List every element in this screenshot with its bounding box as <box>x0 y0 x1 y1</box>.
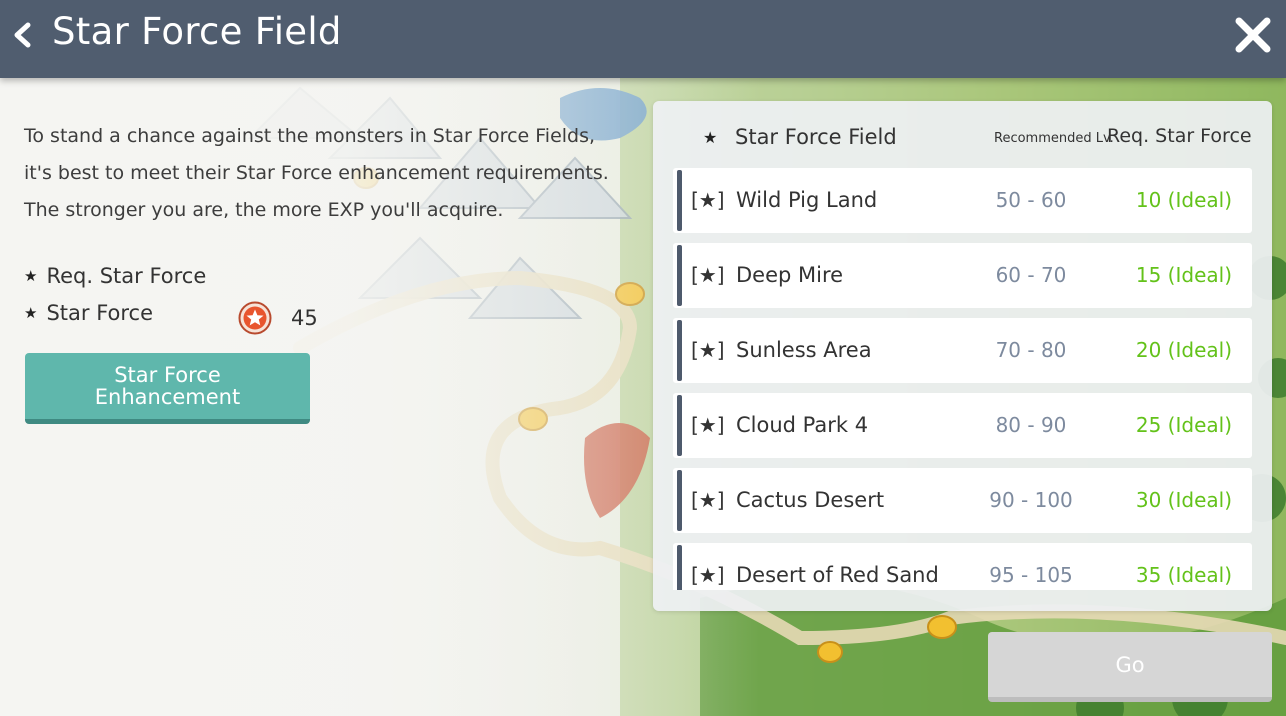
field-star-tag: [★] <box>691 563 725 587</box>
star-force-label: Star Force <box>46 301 154 325</box>
star-bullet-icon: ★ <box>24 304 38 322</box>
field-level: 90 - 100 <box>989 488 1073 512</box>
row-accent-bar <box>677 170 682 231</box>
field-row-cloud-park-4[interactable]: [★] Cloud Park 4 80 - 90 25 (Ideal) <box>673 393 1252 458</box>
row-accent-bar <box>677 245 682 306</box>
field-name: Deep Mire <box>736 263 844 287</box>
field-level: 70 - 80 <box>995 338 1067 362</box>
field-name: Wild Pig Land <box>736 188 878 212</box>
row-accent-bar <box>677 395 682 456</box>
field-req: 30 (Ideal) <box>1135 488 1232 512</box>
star-force-badge-icon <box>238 301 272 335</box>
row-accent-bar <box>677 320 682 381</box>
field-row-wild-pig-land[interactable]: [★] Wild Pig Land 50 - 60 10 (Ideal) <box>673 168 1252 233</box>
column-header-req: Req. Star Force <box>1107 125 1252 147</box>
field-star-tag: [★] <box>691 488 725 512</box>
field-level: 50 - 60 <box>995 188 1067 212</box>
column-header-field: Star Force Field <box>735 125 897 149</box>
star-force-value: 45 <box>291 306 318 330</box>
field-description: To stand a chance against the monsters i… <box>24 118 644 229</box>
column-header-level: Recommended Lv. <box>994 131 1114 146</box>
chevron-left-icon[interactable] <box>10 20 36 50</box>
enhance-button-label-line1: Star Force <box>114 363 221 387</box>
star-header-icon: ★ <box>703 128 718 147</box>
description-line: To stand a chance against the monsters i… <box>24 125 596 147</box>
list-header: ★ Star Force Field Recommended Lv. Req. … <box>653 101 1272 169</box>
star-force-row: ★ Star Force <box>24 301 153 325</box>
description-line: it's best to meet their Star Force enhan… <box>24 162 609 184</box>
page-title: Star Force Field <box>52 10 342 53</box>
field-row-desert-of-red-sand[interactable]: [★] Desert of Red Sand 95 - 105 35 (Idea… <box>673 543 1252 590</box>
field-star-tag: [★] <box>691 338 725 362</box>
field-name: Cloud Park 4 <box>736 413 869 437</box>
row-accent-bar <box>677 470 682 531</box>
star-bullet-icon: ★ <box>24 267 38 285</box>
go-button[interactable]: Go <box>988 632 1272 702</box>
field-req: 10 (Ideal) <box>1135 188 1232 212</box>
field-name: Sunless Area <box>736 338 872 362</box>
field-level: 60 - 70 <box>995 263 1067 287</box>
field-list[interactable]: [★] Wild Pig Land 50 - 60 10 (Ideal) [★]… <box>673 168 1252 590</box>
field-name: Cactus Desert <box>736 488 885 512</box>
field-req: 35 (Ideal) <box>1135 563 1232 587</box>
field-star-tag: [★] <box>691 188 725 212</box>
field-row-sunless-area[interactable]: [★] Sunless Area 70 - 80 20 (Ideal) <box>673 318 1252 383</box>
field-star-tag: [★] <box>691 413 725 437</box>
field-row-deep-mire[interactable]: [★] Deep Mire 60 - 70 15 (Ideal) <box>673 243 1252 308</box>
req-star-force-row: ★ Req. Star Force <box>24 264 206 288</box>
field-level: 95 - 105 <box>989 563 1073 587</box>
field-name: Desert of Red Sand <box>736 563 939 587</box>
field-row-cactus-desert[interactable]: [★] Cactus Desert 90 - 100 30 (Ideal) <box>673 468 1252 533</box>
field-req: 25 (Ideal) <box>1135 413 1232 437</box>
top-bar: Star Force Field <box>0 0 1286 78</box>
field-req: 15 (Ideal) <box>1135 263 1232 287</box>
description-line: The stronger you are, the more EXP you'l… <box>24 199 504 221</box>
req-star-force-label: Req. Star Force <box>46 264 207 288</box>
row-accent-bar <box>677 545 682 590</box>
close-icon[interactable] <box>1234 16 1272 54</box>
enhance-button-label-line2: Enhancement <box>94 385 241 409</box>
field-level: 80 - 90 <box>995 413 1067 437</box>
field-list-panel: ★ Star Force Field Recommended Lv. Req. … <box>653 101 1272 611</box>
field-star-tag: [★] <box>691 263 725 287</box>
field-req: 20 (Ideal) <box>1135 338 1232 362</box>
star-force-enhancement-button[interactable]: Star Force Enhancement <box>25 353 310 424</box>
